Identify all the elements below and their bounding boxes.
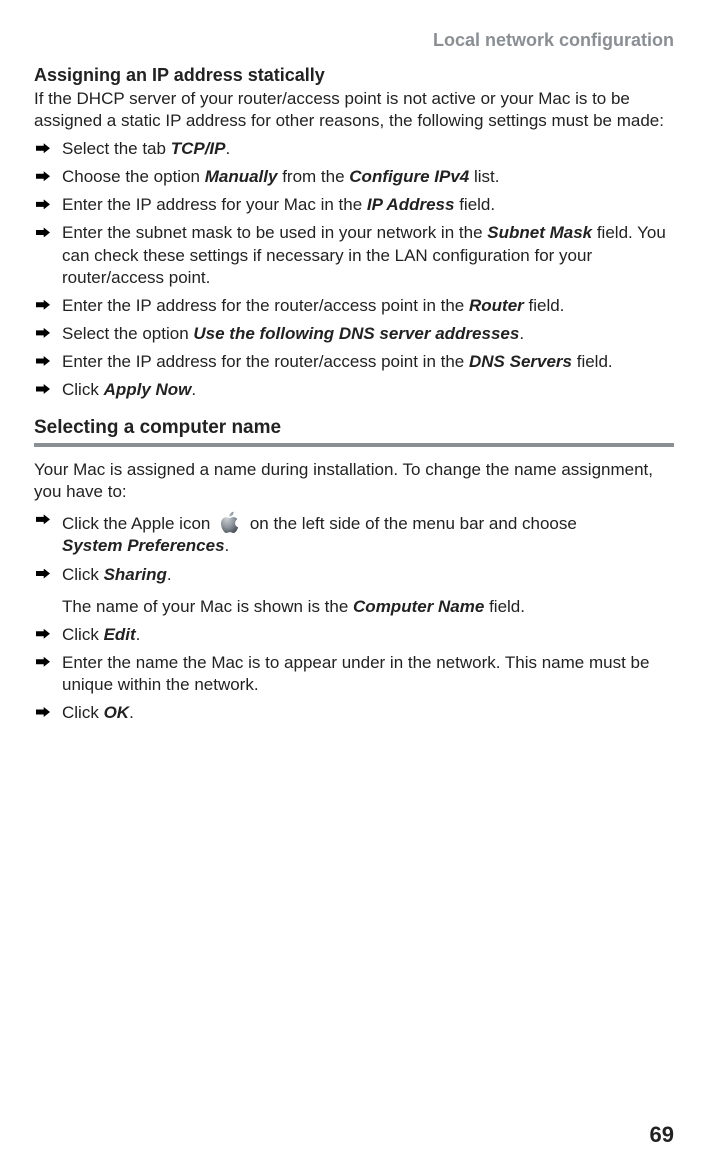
bold-term: Sharing xyxy=(104,565,167,584)
step-text: Enter the IP address for the router/acce… xyxy=(62,296,469,315)
step-item: Click Edit. xyxy=(34,624,674,646)
step-text: . xyxy=(225,536,230,555)
step-item: Click Sharing. xyxy=(34,564,674,586)
bold-term: Use the following DNS server addresses xyxy=(193,324,519,343)
step-text: Select the option xyxy=(62,324,193,343)
step-text: field. xyxy=(484,597,525,616)
step-item: Select the option Use the following DNS … xyxy=(34,323,674,345)
step-text: Click xyxy=(62,565,104,584)
step-text: Click xyxy=(62,703,104,722)
step-text: Enter the subnet mask to be used in your… xyxy=(62,223,487,242)
page: Local network configuration Assigning an… xyxy=(0,0,708,1172)
step-item: Enter the subnet mask to be used in your… xyxy=(34,222,674,288)
step-text: . xyxy=(129,703,134,722)
step-item: Select the tab TCP/IP. xyxy=(34,138,674,160)
bold-term: Router xyxy=(469,296,524,315)
step-text: Choose the option xyxy=(62,167,205,186)
step-item: Click Apply Now. xyxy=(34,379,674,401)
step-item: Choose the option Manually from the Conf… xyxy=(34,166,674,188)
page-number: 69 xyxy=(650,1122,674,1148)
step-text: on the left side of the menu bar and cho… xyxy=(245,514,577,533)
bold-term: IP Address xyxy=(367,195,455,214)
bold-term: Apply Now xyxy=(104,380,192,399)
steps-computer-name: Click the Apple icon on the left side of… xyxy=(34,509,674,585)
step-item: Enter the IP address for the router/acce… xyxy=(34,295,674,317)
step-text: Enter the IP address for the router/acce… xyxy=(62,352,469,371)
step-text: list. xyxy=(469,167,499,186)
step-text: . xyxy=(167,565,172,584)
step-text: Enter the IP address for your Mac in the xyxy=(62,195,367,214)
step-item: Enter the IP address for your Mac in the… xyxy=(34,194,674,216)
step-item: Click OK. xyxy=(34,702,674,724)
step-item: Click the Apple icon on the left side of… xyxy=(34,509,674,557)
steps-static-ip: Select the tab TCP/IP. Choose the option… xyxy=(34,138,674,401)
step-item: Enter the name the Mac is to appear unde… xyxy=(34,652,674,696)
bold-term: Edit xyxy=(104,625,136,644)
step-item: Enter the IP address for the router/acce… xyxy=(34,351,674,373)
step-subtext: The name of your Mac is shown is the Com… xyxy=(62,596,674,618)
step-text: . xyxy=(136,625,141,644)
bold-term: TCP/IP xyxy=(171,139,226,158)
step-text: . xyxy=(191,380,196,399)
step-text: field. xyxy=(454,195,495,214)
section-intro: Your Mac is assigned a name during insta… xyxy=(34,459,674,503)
section-intro: If the DHCP server of your router/access… xyxy=(34,88,674,132)
apple-icon xyxy=(217,509,243,535)
step-text: Enter the name the Mac is to appear unde… xyxy=(62,653,649,694)
step-text: Click the Apple icon xyxy=(62,514,215,533)
bold-term: Configure IPv4 xyxy=(349,167,469,186)
bold-term: Computer Name xyxy=(353,597,484,616)
bold-term: System Preferences xyxy=(62,536,225,555)
bold-term: Manually xyxy=(205,167,278,186)
step-text: field. xyxy=(572,352,613,371)
step-text: Click xyxy=(62,625,104,644)
section-rule xyxy=(34,443,674,447)
running-header: Local network configuration xyxy=(34,30,674,51)
bold-term: DNS Servers xyxy=(469,352,572,371)
steps-computer-name-cont: Click Edit. Enter the name the Mac is to… xyxy=(34,624,674,724)
bold-term: Subnet Mask xyxy=(487,223,592,242)
section-heading-computer-name: Selecting a computer name xyxy=(34,417,674,439)
step-text: field. xyxy=(524,296,565,315)
step-text: Select the tab xyxy=(62,139,171,158)
step-text: The name of your Mac is shown is the xyxy=(62,597,353,616)
step-text: Click xyxy=(62,380,104,399)
step-text: . xyxy=(519,324,524,343)
bold-term: OK xyxy=(104,703,130,722)
step-text: from the xyxy=(277,167,349,186)
step-text: . xyxy=(225,139,230,158)
section-heading-static-ip: Assigning an IP address statically xyxy=(34,65,674,86)
